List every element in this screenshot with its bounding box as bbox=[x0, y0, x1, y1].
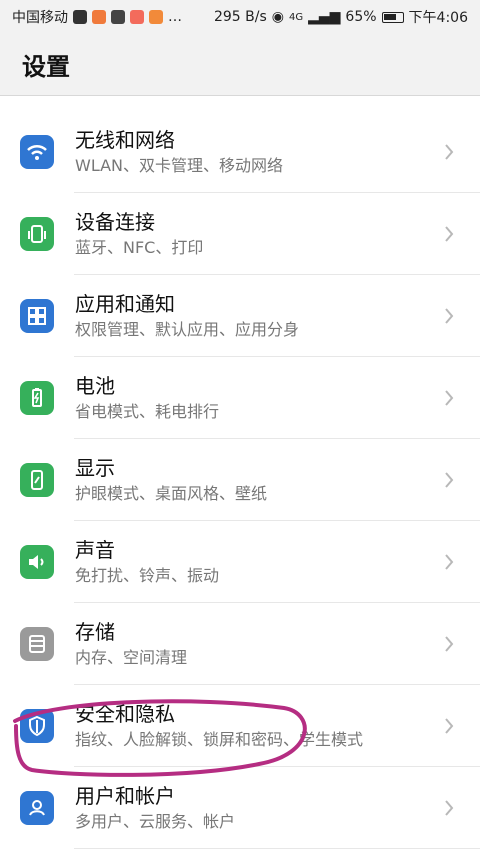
settings-item-security-privacy[interactable]: 安全和隐私 指纹、人脸解锁、锁屏和密码、学生模式 bbox=[0, 685, 480, 767]
settings-item-text: 无线和网络 WLAN、双卡管理、移动网络 bbox=[75, 126, 436, 178]
status-left: 中国移动 … bbox=[12, 7, 182, 27]
app-notification-icon bbox=[149, 10, 163, 24]
settings-item-storage[interactable]: 存储 内存、空间清理 bbox=[0, 603, 480, 685]
carrier-label: 中国移动 bbox=[12, 10, 68, 26]
settings-item-sound[interactable]: 声音 免打扰、铃声、振动 bbox=[0, 521, 480, 603]
settings-item-subtitle: 内存、空间清理 bbox=[75, 648, 188, 667]
settings-item-text: 设备连接 蓝牙、NFC、打印 bbox=[75, 208, 436, 260]
settings-item-text: 用户和帐户 多用户、云服务、帐户 bbox=[75, 782, 436, 834]
shield-icon bbox=[20, 709, 54, 743]
settings-list: 无线和网络 WLAN、双卡管理、移动网络 设备连接 蓝牙、NFC、打印 应用和通… bbox=[0, 111, 480, 853]
settings-item-text: 显示 护眼模式、桌面风格、壁纸 bbox=[75, 454, 436, 506]
settings-item-subtitle: 权限管理、默认应用、应用分身 bbox=[75, 320, 300, 339]
chevron-right-icon bbox=[436, 795, 462, 821]
settings-item-apps-notifications[interactable]: 应用和通知 权限管理、默认应用、应用分身 bbox=[0, 275, 480, 357]
header: 设置 bbox=[0, 34, 480, 96]
battery-icon bbox=[381, 11, 404, 23]
wifi-icon bbox=[20, 135, 54, 169]
settings-item-wireless[interactable]: 无线和网络 WLAN、双卡管理、移动网络 bbox=[0, 111, 480, 193]
settings-item-text: 存储 内存、空间清理 bbox=[75, 618, 436, 670]
settings-item-subtitle: WLAN、双卡管理、移动网络 bbox=[75, 156, 284, 175]
settings-item-subtitle: 指纹、人脸解锁、锁屏和密码、学生模式 bbox=[75, 730, 364, 749]
settings-item-text: 电池 省电模式、耗电排行 bbox=[75, 372, 436, 424]
settings-item-title: 用户和帐户 bbox=[75, 784, 175, 808]
page-title: 设置 bbox=[22, 53, 70, 81]
settings-item-text: 应用和通知 权限管理、默认应用、应用分身 bbox=[75, 290, 436, 342]
more-icon: … bbox=[168, 9, 182, 25]
settings-item-text: 安全和隐私 指纹、人脸解锁、锁屏和密码、学生模式 bbox=[75, 700, 436, 752]
storage-icon bbox=[20, 627, 54, 661]
app-notification-icon bbox=[111, 10, 125, 24]
settings-item-title: 应用和通知 bbox=[75, 292, 175, 316]
settings-item-users-accounts[interactable]: 用户和帐户 多用户、云服务、帐户 bbox=[0, 767, 480, 849]
status-bar: 中国移动 … 295 B/s ◉ 4G ▂▄▆ 65% 下午4:06 bbox=[0, 0, 480, 34]
chevron-right-icon bbox=[436, 139, 462, 165]
sound-icon bbox=[20, 545, 54, 579]
settings-item-subtitle: 蓝牙、NFC、打印 bbox=[75, 238, 204, 257]
apps-icon bbox=[20, 299, 54, 333]
chevron-right-icon bbox=[436, 467, 462, 493]
settings-item-subtitle: 护眼模式、桌面风格、壁纸 bbox=[75, 484, 268, 503]
settings-item-title: 显示 bbox=[75, 456, 115, 480]
settings-item-title: 安全和隐私 bbox=[75, 702, 175, 726]
device-connection-icon bbox=[20, 217, 54, 251]
net-speed-label: 295 B/s bbox=[213, 9, 267, 25]
settings-item-battery[interactable]: 电池 省电模式、耗电排行 bbox=[0, 357, 480, 439]
app-notification-icon bbox=[130, 10, 144, 24]
settings-item-subtitle: 省电模式、耗电排行 bbox=[75, 402, 220, 421]
status-right: 295 B/s ◉ 4G ▂▄▆ 65% 下午4:06 bbox=[214, 7, 468, 27]
scroll-edge bbox=[0, 96, 480, 111]
signal-label: 4G bbox=[288, 11, 304, 23]
settings-item-title: 无线和网络 bbox=[75, 128, 175, 152]
chevron-right-icon bbox=[436, 385, 462, 411]
chevron-right-icon bbox=[436, 303, 462, 329]
app-notification-icon bbox=[73, 10, 87, 24]
settings-item-title: 设备连接 bbox=[75, 210, 155, 234]
chevron-right-icon bbox=[436, 631, 462, 657]
chevron-right-icon bbox=[436, 713, 462, 739]
settings-item-subtitle: 免打扰、铃声、振动 bbox=[75, 566, 220, 585]
app-notification-icon bbox=[92, 10, 106, 24]
chevron-right-icon bbox=[436, 549, 462, 575]
display-icon bbox=[20, 463, 54, 497]
settings-item-title: 存储 bbox=[75, 620, 115, 644]
eye-icon: ◉ bbox=[271, 9, 284, 25]
settings-item-subtitle: 多用户、云服务、帐户 bbox=[75, 812, 236, 831]
chevron-right-icon bbox=[436, 221, 462, 247]
battery-label: 65% bbox=[345, 9, 377, 25]
settings-item-device-connection[interactable]: 设备连接 蓝牙、NFC、打印 bbox=[0, 193, 480, 275]
settings-item-title: 声音 bbox=[75, 538, 115, 562]
settings-item-title: 电池 bbox=[75, 374, 115, 398]
settings-item-display[interactable]: 显示 护眼模式、桌面风格、壁纸 bbox=[0, 439, 480, 521]
settings-item-text: 声音 免打扰、铃声、振动 bbox=[75, 536, 436, 588]
time-label: 下午4:06 bbox=[408, 10, 468, 26]
signal-icon: ▂▄▆ bbox=[308, 9, 341, 25]
battery-icon bbox=[20, 381, 54, 415]
user-icon bbox=[20, 791, 54, 825]
